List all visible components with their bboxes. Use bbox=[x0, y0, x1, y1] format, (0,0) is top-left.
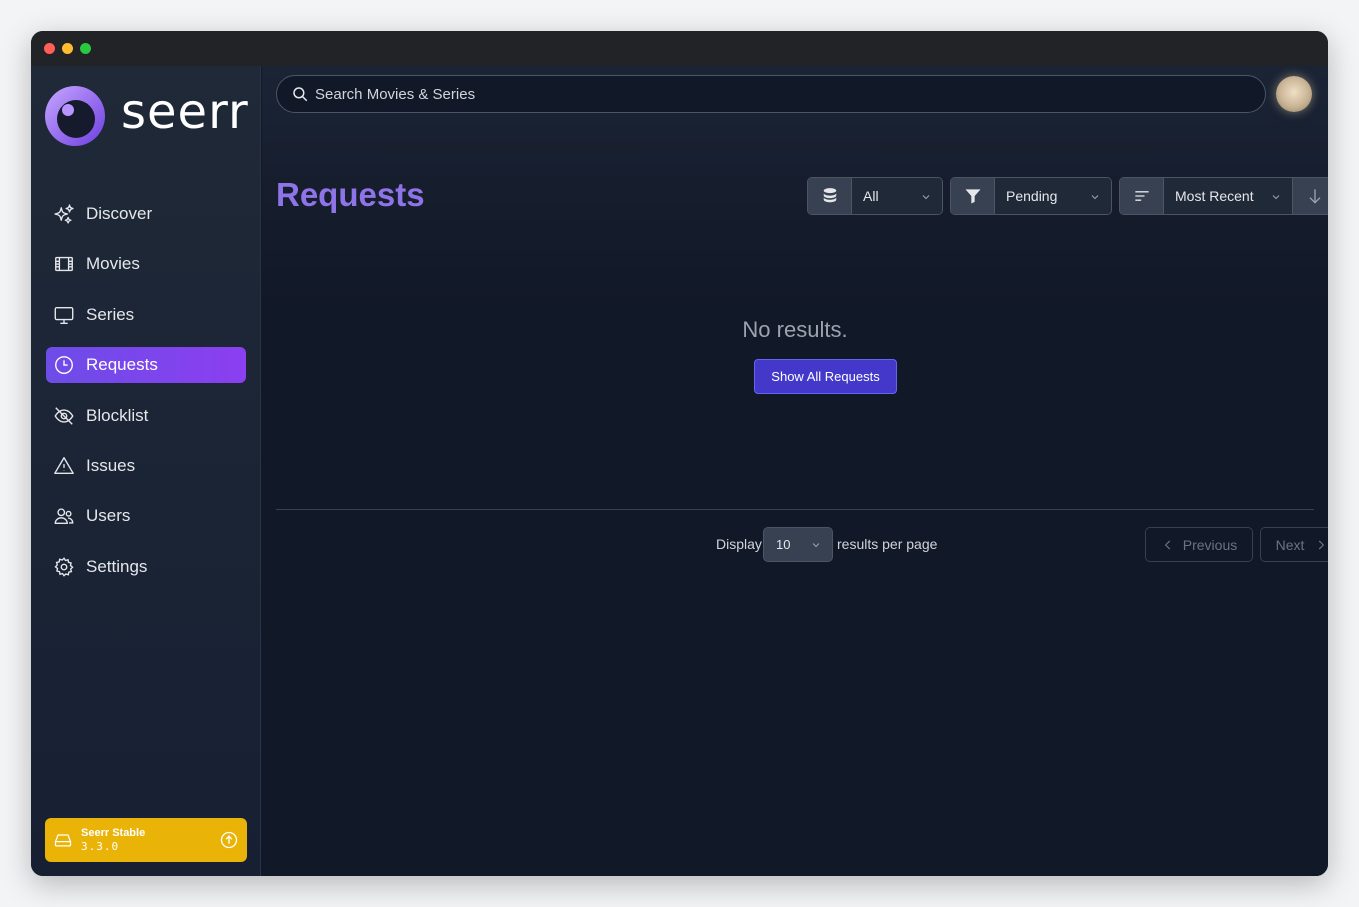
results-per-page-label: results per page bbox=[837, 536, 938, 552]
version-badge[interactable]: Seerr Stable 3.3.0 bbox=[45, 818, 247, 862]
next-page-button[interactable]: Next bbox=[1260, 527, 1328, 562]
sidebar-item-label: Settings bbox=[86, 556, 148, 576]
empty-state-message: No results. bbox=[742, 317, 848, 342]
sidebar-item-label: Discover bbox=[86, 204, 153, 223]
main-content: Search Movies & Series Requests All Pend… bbox=[262, 66, 1328, 876]
gear-icon bbox=[54, 556, 74, 577]
search-icon bbox=[293, 87, 308, 102]
eye-slash-icon bbox=[54, 406, 74, 425]
seerr-logo-icon bbox=[45, 86, 105, 146]
sidebar-item-label: Series bbox=[86, 304, 135, 324]
sort-value: Most Recent bbox=[1175, 188, 1254, 204]
version-number: 3.3.0 bbox=[81, 840, 120, 853]
sidebar-item-label: Requests bbox=[86, 355, 158, 375]
version-name: Seerr Stable bbox=[81, 826, 146, 839]
server-icon bbox=[54, 834, 72, 847]
title-bar bbox=[31, 31, 1328, 66]
database-icon bbox=[808, 178, 852, 214]
sidebar-item-requests[interactable]: Requests bbox=[46, 347, 246, 384]
status-select[interactable]: Pending bbox=[995, 178, 1111, 214]
search-input[interactable]: Search Movies & Series bbox=[276, 75, 1266, 113]
sidebar-item-settings[interactable]: Settings bbox=[46, 549, 246, 585]
chevron-right-icon bbox=[1319, 540, 1325, 549]
users-icon bbox=[54, 508, 74, 525]
per-page-select[interactable]: 10 bbox=[763, 527, 833, 562]
per-page-value: 10 bbox=[776, 537, 791, 552]
arrow-down-icon bbox=[1309, 189, 1320, 204]
sidebar-item-label: Movies bbox=[86, 254, 140, 274]
maximize-window-button[interactable] bbox=[80, 43, 91, 54]
close-window-button[interactable] bbox=[44, 43, 55, 54]
sidebar-item-users[interactable]: Users bbox=[46, 498, 246, 534]
sparkles-icon bbox=[54, 204, 74, 224]
chevron-down-icon bbox=[922, 195, 930, 200]
sort-filter[interactable]: Most Recent bbox=[1119, 177, 1328, 215]
display-label: Display bbox=[716, 536, 762, 552]
sidebar-item-movies[interactable]: Movies bbox=[46, 246, 246, 282]
tv-icon bbox=[54, 306, 74, 324]
minimize-window-button[interactable] bbox=[62, 43, 73, 54]
sort-lines-icon bbox=[1120, 178, 1164, 214]
app-window: seerr Discover Movies Series Requests Bl… bbox=[31, 31, 1328, 876]
previous-label: Previous bbox=[1182, 536, 1238, 553]
film-icon bbox=[55, 257, 73, 272]
sidebar-item-label: Users bbox=[86, 506, 131, 526]
clock-icon bbox=[55, 356, 73, 375]
funnel-icon bbox=[951, 178, 995, 214]
sidebar-nav: Discover Movies Series Requests Blocklis… bbox=[46, 196, 246, 599]
status-value: Pending bbox=[1006, 188, 1058, 204]
media-type-value: All bbox=[863, 188, 879, 204]
sidebar-item-discover[interactable]: Discover bbox=[46, 196, 246, 232]
page-title: Requests bbox=[276, 176, 425, 213]
sidebar-item-blocklist[interactable]: Blocklist bbox=[46, 398, 246, 434]
sidebar-item-issues[interactable]: Issues bbox=[46, 448, 246, 484]
sidebar-item-label: Issues bbox=[86, 455, 136, 475]
sidebar: seerr Discover Movies Series Requests Bl… bbox=[31, 66, 261, 876]
chevron-down-icon bbox=[812, 543, 820, 548]
logo[interactable]: seerr bbox=[45, 84, 249, 148]
show-all-requests-button[interactable]: Show All Requests bbox=[754, 359, 897, 394]
search-placeholder: Search Movies & Series bbox=[315, 85, 476, 103]
sidebar-item-series[interactable]: Series bbox=[46, 297, 246, 333]
chevron-down-icon bbox=[1272, 195, 1280, 200]
media-type-filter[interactable]: All bbox=[807, 177, 943, 215]
sort-select[interactable]: Most Recent bbox=[1164, 178, 1292, 214]
media-type-select[interactable]: All bbox=[852, 178, 942, 214]
sidebar-item-label: Blocklist bbox=[86, 405, 149, 425]
divider bbox=[276, 509, 1314, 510]
chevron-left-icon bbox=[1164, 540, 1170, 549]
next-label: Next bbox=[1275, 536, 1305, 553]
sort-direction-button[interactable] bbox=[1292, 178, 1328, 214]
previous-page-button[interactable]: Previous bbox=[1145, 527, 1253, 562]
arrow-up-circle-icon bbox=[220, 831, 238, 849]
logo-text: seerr bbox=[121, 84, 249, 140]
status-filter[interactable]: Pending bbox=[950, 177, 1112, 215]
warning-icon bbox=[54, 457, 74, 474]
user-avatar[interactable] bbox=[1276, 76, 1312, 112]
chevron-down-icon bbox=[1091, 195, 1099, 200]
